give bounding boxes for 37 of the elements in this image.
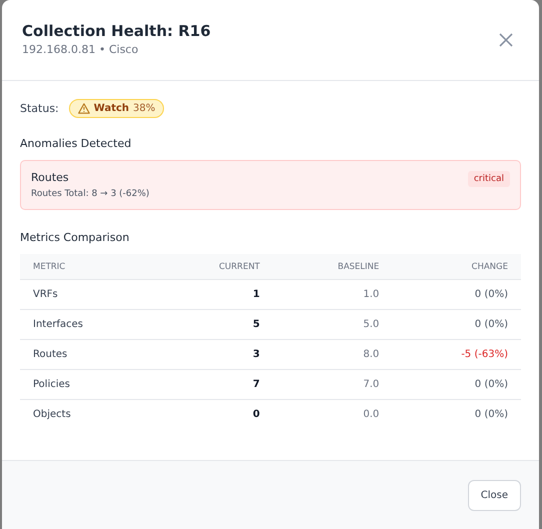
table-cell: 8.0 [272,340,392,370]
table-cell: 5.0 [272,310,392,340]
table-cell: 1 [154,280,273,310]
table-cell: Objects [20,400,154,429]
status-label: Status: [20,102,59,115]
close-icon[interactable] [499,33,513,47]
dialog-subtitle: 192.168.0.81 • Cisco [22,43,140,56]
section-heading: Metrics Comparison [20,231,130,244]
table-cell: VRFs [20,280,154,310]
severity-badge: critical [468,171,510,187]
status-percent: 38% [133,103,156,114]
table-cell: -5 (-63%) [392,340,521,370]
column-header: BASELINE [272,254,392,280]
column-header: METRIC [20,254,154,280]
table-cell: 0 (0%) [392,280,521,310]
anomaly-title: Routes [31,171,70,184]
table-cell: 3 [154,340,273,370]
status-text: Watch [94,103,130,114]
dialog-title: Collection Health: R16 [22,21,211,41]
table-cell: 1.0 [272,280,392,310]
table-cell: Interfaces [20,310,154,340]
table-cell: 0 (0%) [392,310,521,340]
table-cell: 5 [154,310,273,340]
anomaly-detail: Routes Total: 8 → 3 (-62%) [31,189,150,199]
table-cell: Routes [20,340,154,370]
table-cell: 7 [154,370,273,400]
table-cell: 0 (0%) [392,370,521,400]
close-button[interactable]: Close [468,480,521,511]
column-header: CURRENT [154,254,273,280]
table-cell: 0 [154,400,273,429]
table-cell: 7.0 [272,370,392,400]
column-header: CHANGE [392,254,521,280]
section-heading: Anomalies Detected [20,137,132,150]
table-cell: Policies [20,370,154,400]
table-cell: 0.0 [272,400,392,429]
table-cell: 0 (0%) [392,400,521,429]
warning-icon [78,103,90,114]
